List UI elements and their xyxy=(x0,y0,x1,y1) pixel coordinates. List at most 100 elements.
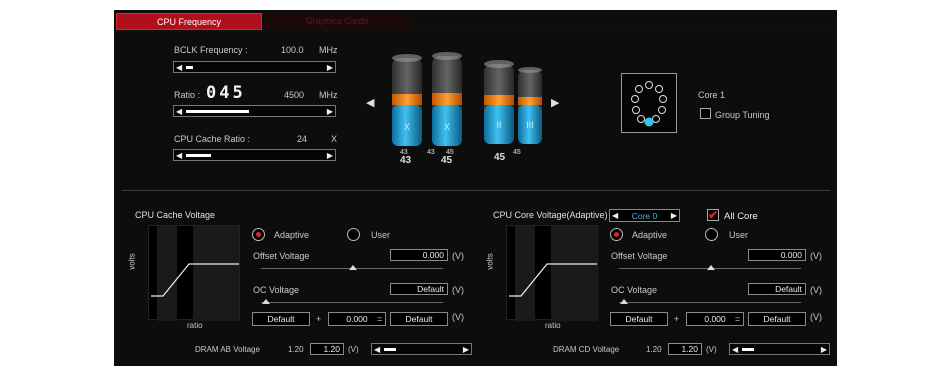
slider-left-icon[interactable]: ◀ xyxy=(176,107,182,116)
right-plus: + xyxy=(674,314,680,324)
right-offset-input[interactable]: 0.000 xyxy=(748,249,806,261)
right-offset-slider-icon[interactable] xyxy=(707,265,715,270)
core-label: X xyxy=(404,122,410,132)
right-voltage-graph xyxy=(506,225,598,321)
dram-cd-slider-thumb[interactable] xyxy=(742,348,754,351)
section-divider xyxy=(122,190,830,191)
left-graph-xlabel: ratio xyxy=(187,321,203,330)
ratio-unit: MHz xyxy=(319,90,338,100)
dram-ab-slider[interactable]: ◀ ▶ xyxy=(371,343,472,355)
left-oc-track[interactable] xyxy=(261,302,443,303)
core-cylinder[interactable] xyxy=(392,54,422,146)
slider-right-icon[interactable]: ▶ xyxy=(327,151,333,160)
all-core-label: All Core xyxy=(724,211,758,222)
group-tuning-checkbox[interactable] xyxy=(700,108,711,119)
dram-ab-label: DRAM AB Voltage xyxy=(195,345,260,354)
right-user-label: User xyxy=(729,230,749,240)
ratio-label: Ratio : xyxy=(174,90,201,100)
right-adaptive-label: Adaptive xyxy=(632,230,668,240)
tab-graphics-cards[interactable]: Graphics Cards xyxy=(264,13,410,30)
group-tuning-label: Group Tuning xyxy=(715,110,770,120)
right-oc-input[interactable]: Default xyxy=(748,283,806,295)
left-offset-slider-icon[interactable] xyxy=(349,265,357,270)
slider-right-icon[interactable]: ▶ xyxy=(463,345,469,354)
core-select[interactable]: ◀ Core 0 ▶ xyxy=(609,209,680,222)
left-offset-input[interactable]: 0.000 xyxy=(390,249,448,261)
slider-right-icon[interactable]: ▶ xyxy=(821,345,827,354)
core-label: II xyxy=(496,120,501,130)
left-oc-slider-icon[interactable] xyxy=(262,299,270,304)
app-window: CPU Frequency Graphics Cards BCLK Freque… xyxy=(114,10,837,366)
core-cylinder[interactable] xyxy=(518,67,542,144)
bclk-slider-thumb[interactable] xyxy=(186,66,193,69)
dram-ab-unit: (V) xyxy=(348,345,359,354)
cache-ratio-slider[interactable]: ◀ ▶ xyxy=(173,149,336,161)
ratio-slider-thumb[interactable] xyxy=(186,110,249,113)
all-core-check-icon[interactable]: ✔ xyxy=(707,209,719,221)
voltage-curve xyxy=(509,263,597,297)
core-value: 43 xyxy=(400,155,412,165)
left-adaptive-label: Adaptive xyxy=(274,230,310,240)
dram-cd-unit: (V) xyxy=(706,345,717,354)
dram-cd-input[interactable]: 1.20 xyxy=(668,343,702,355)
left-user-label: User xyxy=(371,230,391,240)
left-offset-label: Offset Voltage xyxy=(253,251,310,261)
cache-ratio-slider-thumb[interactable] xyxy=(186,154,212,157)
right-user-radio[interactable] xyxy=(705,228,718,241)
slider-left-icon[interactable]: ◀ xyxy=(176,151,182,160)
core-cylinders-graphic[interactable]: X X II III 43 43 45 45 43 45 45 xyxy=(386,50,548,165)
right-oc-unit: (V) xyxy=(810,285,822,295)
voltage-curve xyxy=(151,263,239,297)
right-graph-xlabel: ratio xyxy=(545,321,561,330)
core-select-value: Core 0 xyxy=(631,211,658,221)
dram-ab-input[interactable]: 1.20 xyxy=(310,343,344,355)
dram-ab-slider-thumb[interactable] xyxy=(384,348,396,351)
right-oc-slider-icon[interactable] xyxy=(620,299,628,304)
right-total-value: Default xyxy=(748,312,806,326)
core-value: 45 xyxy=(494,152,506,163)
core-label-text: Core 1 xyxy=(698,90,726,100)
slider-left-icon[interactable]: ◀ xyxy=(374,345,380,354)
right-graph-ylabel: volts xyxy=(485,253,495,270)
core-dial[interactable] xyxy=(621,73,677,133)
core-value: 45 xyxy=(441,155,453,165)
cores-next-icon[interactable]: ▶ xyxy=(551,96,559,109)
slider-right-icon[interactable]: ▶ xyxy=(327,63,333,72)
left-adaptive-radio[interactable] xyxy=(252,228,265,241)
dram-cd-slider[interactable]: ◀ ▶ xyxy=(729,343,830,355)
left-oc-input[interactable]: Default xyxy=(390,283,448,295)
right-offset-label: Offset Voltage xyxy=(611,251,668,261)
slider-left-icon[interactable]: ◀ xyxy=(732,345,738,354)
left-eq: = xyxy=(377,314,383,324)
left-base-value: Default xyxy=(252,312,310,326)
left-total-value: Default xyxy=(390,312,448,326)
ratio-slider[interactable]: ◀ ▶ xyxy=(173,105,336,117)
left-user-radio[interactable] xyxy=(347,228,360,241)
core-select-next-icon[interactable]: ▶ xyxy=(671,211,677,220)
left-panel-title: CPU Cache Voltage xyxy=(135,210,216,220)
tab-underline xyxy=(114,31,837,32)
right-oc-label: OC Voltage xyxy=(611,285,658,295)
right-panel-title: CPU Core Voltage(Adaptive) xyxy=(493,210,608,220)
cores-prev-icon[interactable]: ◀ xyxy=(366,96,374,109)
slider-left-icon[interactable]: ◀ xyxy=(176,63,182,72)
left-offset-unit: (V) xyxy=(452,251,464,261)
tab-cpu-frequency[interactable]: CPU Frequency xyxy=(116,13,262,30)
bclk-slider[interactable]: ◀ ▶ xyxy=(173,61,336,73)
right-offset-unit: (V) xyxy=(810,251,822,261)
core-dial-circles[interactable] xyxy=(622,74,676,132)
dram-cd-value: 1.20 xyxy=(646,345,662,354)
bclk-value: 100.0 xyxy=(281,45,304,55)
dram-cd-label: DRAM CD Voltage xyxy=(553,345,620,354)
right-oc-track[interactable] xyxy=(619,302,801,303)
core-value: 45 xyxy=(513,149,521,156)
bclk-label: BCLK Frequency : xyxy=(174,45,248,55)
right-base-value: Default xyxy=(610,312,668,326)
core-cylinder[interactable] xyxy=(484,60,514,144)
slider-right-icon[interactable]: ▶ xyxy=(327,107,333,116)
ratio-value: 4500 xyxy=(284,90,305,100)
left-oc-unit: (V) xyxy=(452,285,464,295)
dram-ab-value: 1.20 xyxy=(288,345,304,354)
right-adaptive-radio[interactable] xyxy=(610,228,623,241)
left-plus: + xyxy=(316,314,322,324)
